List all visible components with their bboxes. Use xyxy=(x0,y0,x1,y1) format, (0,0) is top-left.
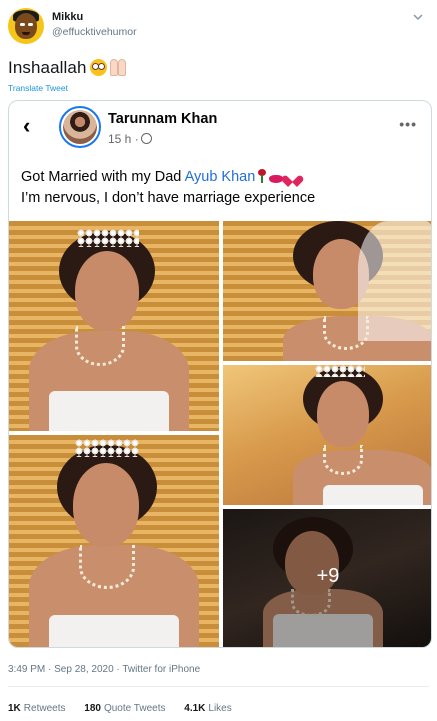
post-photo-4 xyxy=(9,435,219,647)
flushed-face-icon xyxy=(89,59,107,76)
post-text-prefix: Got Married with my Dad xyxy=(21,169,182,185)
post-photo-1 xyxy=(9,221,219,431)
translate-tweet-link[interactable]: Translate Tweet xyxy=(8,83,68,93)
likes-label: Likes xyxy=(208,703,232,714)
chevron-down-icon[interactable] xyxy=(413,12,423,22)
post-text-line-1: Got Married with my Dad Ayub Khan xyxy=(21,167,421,188)
folded-hands-icon xyxy=(109,59,127,76)
mention-link: Ayub Khan xyxy=(184,169,256,185)
tweet: Mikku @effucktivehumor Inshaallah Transl… xyxy=(0,0,437,721)
quote-tweets-label: Quote Tweets xyxy=(103,703,166,714)
quote-tweets-stat[interactable]: 180 Quote Tweets xyxy=(84,703,165,714)
retweets-count: 1K xyxy=(8,703,21,714)
author-name[interactable]: Mikku xyxy=(52,11,83,23)
rose-icon xyxy=(258,169,267,183)
retweets-label: Retweets xyxy=(23,703,66,714)
tweet-stats: 1K Retweets 180 Quote Tweets 4.1K Likes xyxy=(8,703,248,714)
globe-icon xyxy=(140,133,152,144)
likes-count: 4.1K xyxy=(184,703,206,714)
retweets-stat[interactable]: 1K Retweets xyxy=(8,703,65,714)
red-heart-icon xyxy=(286,171,299,183)
embedded-facebook-screenshot[interactable]: ‹ Tarunnam Khan 15 h · ••• Got Married w… xyxy=(8,100,432,648)
tweet-timestamp[interactable]: 3:49 PM · Sep 28, 2020 · Twitter for iPh… xyxy=(8,664,200,675)
tweet-text-body: Inshaallah xyxy=(8,58,87,77)
post-photo-5: +9 xyxy=(223,509,431,647)
tweet-text: Inshaallah xyxy=(8,58,127,78)
more-options-icon: ••• xyxy=(399,116,417,132)
back-arrow-icon: ‹ xyxy=(23,113,31,138)
post-time: 15 h · xyxy=(108,132,152,146)
post-time-text: 15 h · xyxy=(108,132,139,146)
poster-name: Tarunnam Khan xyxy=(108,111,218,127)
more-photos-count: +9 xyxy=(316,565,340,587)
post-text-line-2: I’m nervous, I don’t have marriage exper… xyxy=(21,190,316,206)
quote-tweets-count: 180 xyxy=(84,703,101,714)
post-text: Got Married with my Dad Ayub Khan I’m ne… xyxy=(21,167,421,209)
likes-stat[interactable]: 4.1K Likes xyxy=(184,703,231,714)
author-handle[interactable]: @effucktivehumor xyxy=(52,26,137,38)
divider xyxy=(8,686,429,687)
poster-avatar xyxy=(59,106,101,148)
author-avatar[interactable] xyxy=(8,8,44,44)
post-photo-3 xyxy=(223,365,431,505)
post-photo-2 xyxy=(223,221,431,361)
